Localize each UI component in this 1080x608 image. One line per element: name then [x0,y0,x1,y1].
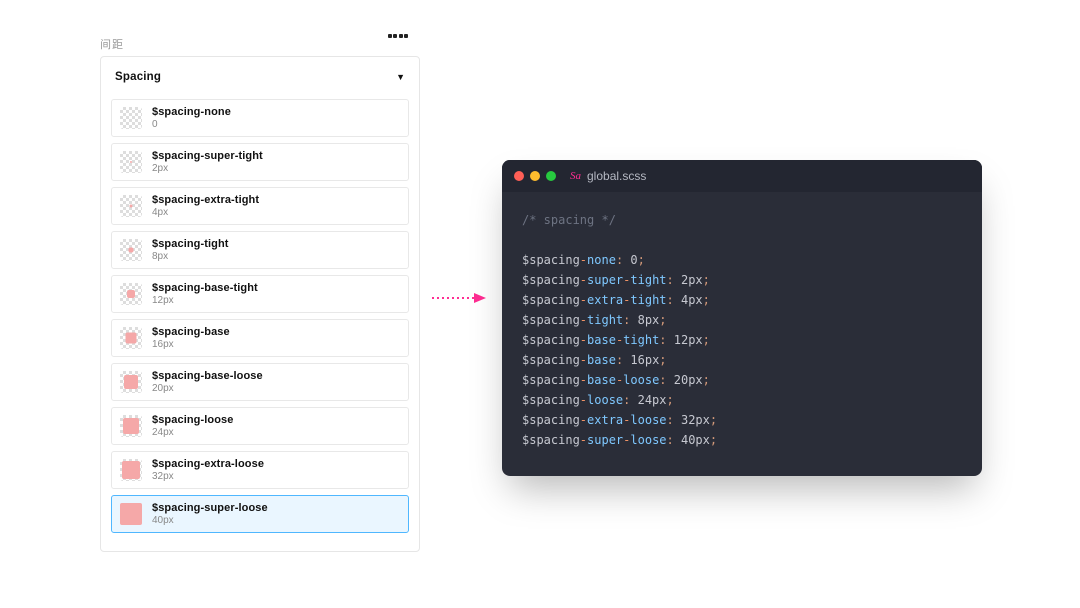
arrow-icon [432,293,486,303]
item-value: 24px [152,427,233,438]
close-dot[interactable] [514,171,524,181]
code-line: $spacing-extra-loose: 32px; [522,410,962,430]
item-text: $spacing-super-loose40px [152,502,268,526]
traffic-lights [514,171,556,181]
panel-header[interactable]: Spacing ▼ [101,57,419,93]
code-line: $spacing-super-loose: 40px; [522,430,962,450]
item-value: 16px [152,339,230,350]
code-line: $spacing-base-loose: 20px; [522,370,962,390]
spacing-list: $spacing-none0$spacing-super-tight2px$sp… [101,93,419,551]
code-comment: /* spacing */ [522,210,962,230]
list-item[interactable]: $spacing-tight8px [111,231,409,269]
item-name: $spacing-super-loose [152,502,268,514]
item-name: $spacing-base-tight [152,282,258,294]
list-item[interactable]: $spacing-none0 [111,99,409,137]
item-value: 0 [152,119,231,130]
item-value: 12px [152,295,258,306]
item-text: $spacing-loose24px [152,414,233,438]
zoom-dot[interactable] [546,171,556,181]
panel-title: Spacing [115,71,161,83]
list-item[interactable]: $spacing-super-tight2px [111,143,409,181]
swatch-icon [120,195,142,217]
code-line: $spacing-super-tight: 2px; [522,270,962,290]
chevron-down-icon[interactable]: ▼ [396,72,405,82]
item-value: 8px [152,251,229,262]
swatch-icon [120,371,142,393]
item-name: $spacing-none [152,106,231,118]
item-text: $spacing-tight8px [152,238,229,262]
swatch-icon [120,151,142,173]
code-line: $spacing-extra-tight: 4px; [522,290,962,310]
sass-icon: Sa [570,170,581,182]
item-text: $spacing-super-tight2px [152,150,263,174]
code-window: Sa global.scss /* spacing */ $spacing-non… [502,160,982,476]
item-value: 40px [152,515,268,526]
swatch-icon [120,459,142,481]
spacing-panel: Spacing ▼ $spacing-none0 $spacing-super-t… [100,56,420,552]
window-titlebar: Sa global.scss [502,160,982,192]
item-name: $spacing-base-loose [152,370,263,382]
minimize-dot[interactable] [530,171,540,181]
item-value: 2px [152,163,263,174]
item-name: $spacing-extra-loose [152,458,264,470]
item-name: $spacing-loose [152,414,233,426]
list-item[interactable]: $spacing-base-tight12px [111,275,409,313]
swatch-icon [120,415,142,437]
list-item[interactable]: $spacing-base16px [111,319,409,357]
item-text: $spacing-none0 [152,106,231,130]
list-item[interactable]: $spacing-extra-tight4px [111,187,409,225]
item-value: 32px [152,471,264,482]
item-text: $spacing-extra-tight4px [152,194,259,218]
item-name: $spacing-tight [152,238,229,250]
code-line: $spacing-base-tight: 12px; [522,330,962,350]
item-name: $spacing-extra-tight [152,194,259,206]
grid-view-icon[interactable] [388,34,408,52]
swatch-icon [120,107,142,129]
code-body[interactable]: /* spacing */$spacing-none: 0;$spacing-s… [502,192,982,476]
item-value: 4px [152,207,259,218]
swatch-icon [120,283,142,305]
list-item[interactable]: $spacing-super-loose40px [111,495,409,533]
list-item[interactable]: $spacing-loose24px [111,407,409,445]
item-name: $spacing-base [152,326,230,338]
item-value: 20px [152,383,263,394]
panel-label: 间距 [100,36,124,52]
code-line: $spacing-loose: 24px; [522,390,962,410]
item-name: $spacing-super-tight [152,150,263,162]
file-tab-label: global.scss [587,169,646,183]
swatch-icon [120,239,142,261]
list-item[interactable]: $spacing-extra-loose32px [111,451,409,489]
item-text: $spacing-base-loose20px [152,370,263,394]
code-line: $spacing-base: 16px; [522,350,962,370]
code-line: $spacing-none: 0; [522,250,962,270]
item-text: $spacing-base16px [152,326,230,350]
code-line: $spacing-tight: 8px; [522,310,962,330]
swatch-icon [120,327,142,349]
item-text: $spacing-base-tight12px [152,282,258,306]
item-text: $spacing-extra-loose32px [152,458,264,482]
swatch-icon [120,503,142,525]
list-item[interactable]: $spacing-base-loose20px [111,363,409,401]
file-tab[interactable]: Sa global.scss [570,169,646,183]
